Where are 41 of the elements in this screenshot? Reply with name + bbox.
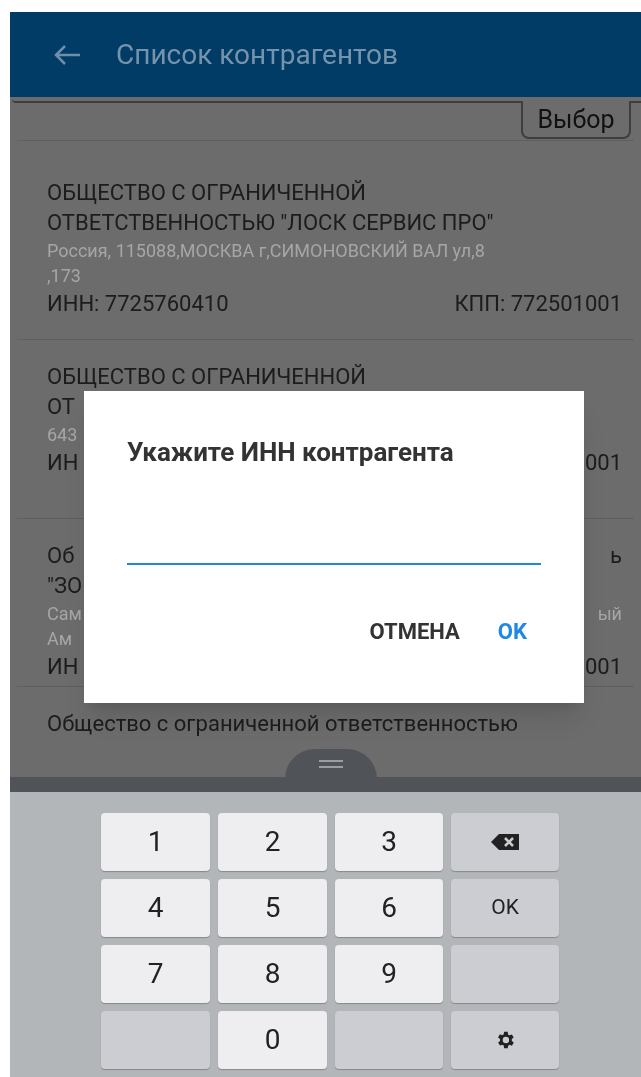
company-address: Сам [47, 602, 82, 626]
ok-button[interactable]: OK [497, 615, 527, 648]
digit-key[interactable]: 9 [335, 945, 443, 1003]
cancel-button[interactable]: ОТМЕНА [369, 615, 460, 648]
settings-key[interactable] [451, 1011, 559, 1069]
digit-key[interactable]: 3 [335, 813, 443, 871]
digit-key[interactable]: 0 [218, 1011, 327, 1069]
back-arrow-icon[interactable] [53, 43, 81, 66]
digit-key[interactable]: 1 [101, 813, 210, 871]
company-address: 643 [47, 423, 78, 447]
company-name: ОБЩЕСТВО С ОГРАНИЧЕННОЙ [47, 363, 367, 391]
backspace-key[interactable] [451, 813, 559, 871]
company-name: ОТ [47, 393, 75, 421]
tax-id: 001 [584, 653, 622, 681]
company-address: Россия, 115088,МОСКВА г,СИМОНОВСКИЙ ВАЛ ул,8 [47, 239, 485, 263]
select-button[interactable]: Выбор [521, 101, 631, 139]
screen-title: Список контрагентов [116, 36, 398, 73]
company-address: ,173 [47, 264, 81, 288]
tax-id: ИНН: 7725760410 [47, 290, 229, 318]
company-name: ь [610, 542, 622, 570]
tax-id: КПП: 772501001 [454, 290, 622, 318]
company-name: ОТВЕТСТВЕННОСТЬЮ "ЛОСК СЕРВИС ПРО" [47, 209, 494, 237]
company-name: "ЗО [47, 572, 83, 600]
digit-key[interactable]: 4 [101, 879, 210, 937]
company-address: ый [597, 602, 622, 626]
company-name: ОБЩЕСТВО С ОГРАНИЧЕННОЙ [47, 179, 367, 207]
digit-key[interactable]: 2 [218, 813, 327, 871]
tax-id: 001 [584, 449, 622, 477]
company-name: Об [47, 542, 75, 570]
dialog-title: Укажите ИНН контрагента [127, 436, 455, 469]
digit-key[interactable]: 8 [218, 945, 327, 1003]
tax-id: ИН [47, 653, 79, 681]
ok-key[interactable]: OK [451, 879, 559, 937]
company-address: Ам [47, 627, 73, 651]
backspace-icon [491, 834, 519, 850]
handle-lines-icon [319, 760, 343, 768]
tax-id: ИН [47, 449, 79, 477]
company-name: Общество с ограниченной ответственностью [47, 710, 518, 738]
digit-key[interactable]: 7 [101, 945, 210, 1003]
digit-key[interactable]: 5 [218, 879, 327, 937]
digit-key[interactable]: 6 [335, 879, 443, 937]
